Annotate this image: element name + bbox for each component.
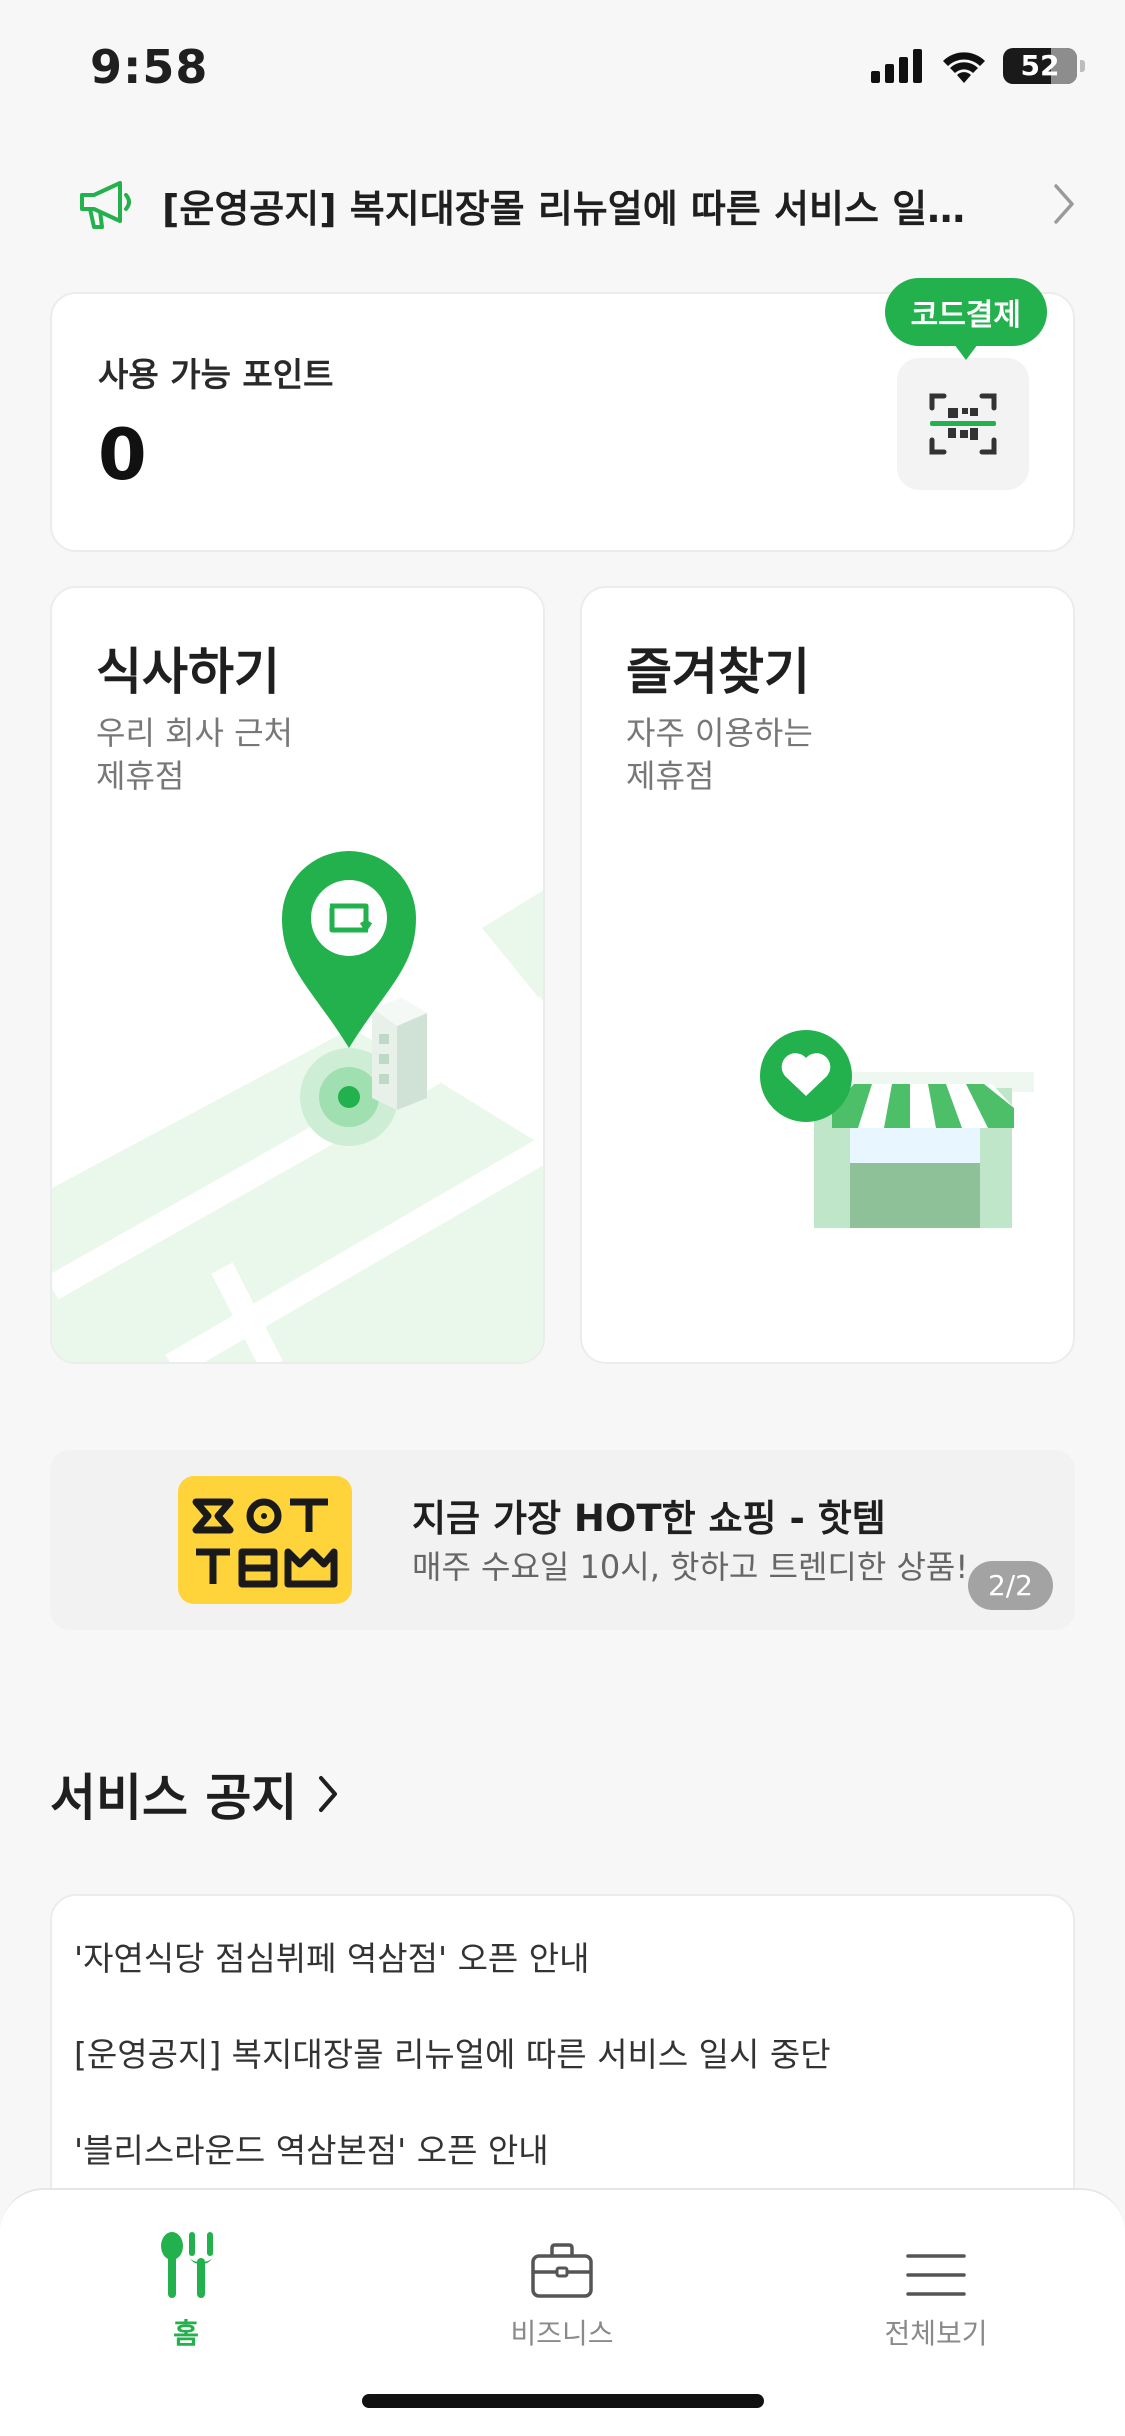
code-pay-button[interactable] [897,358,1029,490]
meal-card-subtitle-line2: 제휴점 [96,757,185,795]
tab-home-label: 홈 [173,2317,199,2350]
meal-card-title: 식사하기 [96,643,280,701]
favorites-card-subtitle: 자주 이용하는 제휴점 [626,712,926,798]
tab-all-label: 전체보기 [884,2317,988,2350]
home-indicator [362,2394,764,2408]
points-card: 사용 가능 포인트 0 코드결제 [50,278,1075,552]
favorites-card-subtitle-line1: 자주 이용하는 [626,714,813,752]
megaphone-icon [80,181,131,229]
points-label: 사용 가능 포인트 [98,355,334,394]
map-illustration [52,851,543,1362]
points-value: 0 [98,414,147,496]
chevron-right-icon [1054,184,1074,224]
status-icons: 52 [871,48,1085,84]
banner-title: 지금 가장 HOT한 쇼핑 - 핫템 [412,1497,886,1540]
battery-level: 52 [1020,49,1060,82]
hottem-logo [178,1476,352,1604]
wifi-icon [943,52,985,83]
fork-spoon-icon [161,2232,213,2298]
tab-business[interactable]: 비즈니스 [452,2218,672,2352]
favorites-card-title: 즐겨찾기 [626,643,810,701]
meal-card-subtitle-line1: 우리 회사 근처 [96,714,293,752]
service-notice-header[interactable]: 서비스 공지 [50,1758,339,1830]
announcement-text: [운영공지] 복지대장몰 리뉴얼에 따른 서비스 일시 중단 [162,186,992,231]
signal-icon [871,49,922,83]
tab-home[interactable]: 홈 [76,2218,296,2352]
tab-all[interactable]: 전체보기 [826,2218,1046,2352]
banner-subtitle: 매주 수요일 10시, 핫하고 트렌디한 상품! [412,1548,969,1586]
promo-banner[interactable]: 지금 가장 HOT한 쇼핑 - 핫템 매주 수요일 10시, 핫하고 트렌디한 … [50,1450,1075,1630]
meal-card-subtitle: 우리 회사 근처 제휴점 [96,712,396,798]
service-notice-title: 서비스 공지 [50,1769,298,1827]
notice-item[interactable]: [운영공지] 복지대장몰 리뉴얼에 따른 서비스 일시 중단 [74,2028,831,2076]
code-pay-badge[interactable]: 코드결제 [884,278,1047,360]
meal-card[interactable]: 식사하기 우리 회사 근처 제휴점 [50,586,545,1364]
notice-item[interactable]: '자연식당 점심뷔페 역삼점' 오픈 안내 [74,1932,590,1980]
store-illustration [760,1030,1034,1228]
briefcase-icon [531,2243,593,2298]
notice-item[interactable]: '블리스라운드 역삼본점' 오픈 안내 [74,2124,549,2172]
status-time: 9:58 [90,40,209,94]
status-bar: 9:58 52 [0,0,1125,135]
announcement-bar[interactable]: [운영공지] 복지대장몰 리뉴얼에 따른 서비스 일시 중단 [76,170,1076,240]
battery-icon: 52 [1003,48,1085,84]
qr-scan-icon [929,393,997,455]
favorites-card-subtitle-line2: 제휴점 [626,757,715,795]
favorites-card[interactable]: 즐겨찾기 자주 이용하는 제휴점 [580,586,1075,1364]
chevron-right-icon [319,1776,338,1812]
menu-icon [906,2254,966,2296]
tab-business-label: 비즈니스 [510,2317,614,2350]
banner-page-indicator: 2/2 [967,1561,1053,1610]
